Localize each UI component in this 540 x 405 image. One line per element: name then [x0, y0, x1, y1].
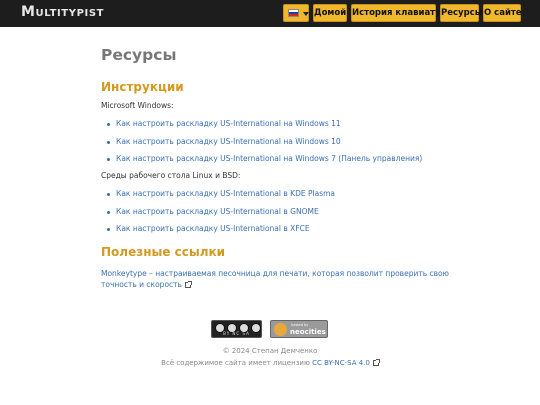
neocities-hosted-label: hosted by [291, 323, 309, 327]
site-logo[interactable]: Multitypist [21, 4, 104, 20]
instructions-heading: Инструкции [101, 80, 184, 94]
chevron-down-icon [303, 12, 309, 16]
link-windows-11[interactable]: Как настроить раскладку US-International… [116, 119, 341, 128]
monkeytype-text-line1: Monkeytype – настраиваемая песочница для… [101, 269, 449, 278]
external-link-icon [372, 359, 380, 366]
page-title: Ресурсы [101, 46, 177, 64]
license-line: Всё содержимое сайта имеет лицензию CC B… [0, 359, 540, 367]
link-windows-7[interactable]: Как настроить раскладку US-International… [116, 154, 422, 163]
nav-history-button[interactable]: История клавиатур [351, 4, 447, 22]
license-link[interactable]: CC BY-NC-SA 4.0 [312, 359, 370, 367]
neocities-name: neocities [290, 328, 326, 336]
list-bullet [107, 123, 110, 126]
link-monkeytype[interactable]: Monkeytype – настраиваемая песочница для… [101, 268, 449, 290]
nav-resources-button[interactable]: Ресурсы [440, 4, 482, 22]
external-link-icon [184, 281, 192, 288]
russian-flag-icon [288, 9, 299, 17]
list-bullet [107, 211, 110, 214]
useful-links-heading: Полезные ссылки [101, 245, 226, 259]
list-bullet [107, 158, 110, 161]
top-navbar: Multitypist Домой История клавиатур Ресу… [0, 0, 540, 27]
link-xfce[interactable]: Как настроить раскладку US-International… [116, 224, 310, 233]
language-dropdown-button[interactable] [283, 4, 309, 22]
list-bullet [107, 141, 110, 144]
cc-badge-label: BY NC SA [223, 331, 250, 336]
nav-home-button[interactable]: Домой [313, 4, 347, 22]
link-gnome[interactable]: Как настроить раскладку US-International… [116, 207, 319, 216]
nav-about-button[interactable]: О сайте [483, 4, 522, 22]
neocities-cat-icon [274, 323, 287, 336]
windows-label: Microsoft Windows: [101, 101, 174, 110]
license-prefix: Всё содержимое сайта имеет лицензию [161, 359, 310, 367]
cc-license-badge[interactable]: BY NC SA [211, 320, 262, 338]
neocities-badge[interactable]: hosted by neocities [270, 320, 328, 338]
link-kde-plasma[interactable]: Как настроить раскладку US-International… [116, 189, 335, 198]
link-windows-10[interactable]: Как настроить раскладку US-International… [116, 137, 341, 146]
list-bullet [107, 228, 110, 231]
linux-label: Среды рабочего стола Linux и BSD: [101, 171, 241, 180]
copyright-text: © 2024 Степан Демченко [222, 347, 318, 355]
list-bullet [107, 193, 110, 196]
monkeytype-text-line2: точность и скорость [101, 280, 182, 289]
